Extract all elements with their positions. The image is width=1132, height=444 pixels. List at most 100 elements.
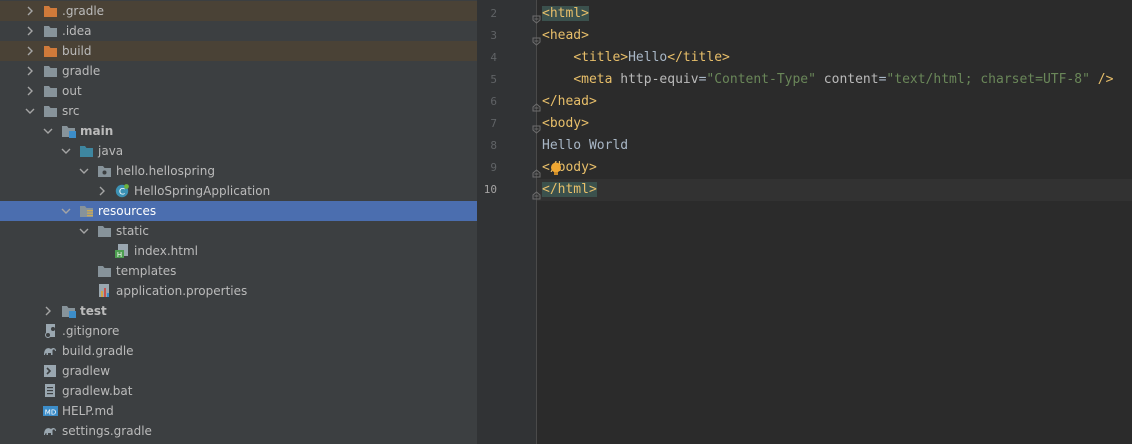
line-number: 4 [490, 51, 497, 64]
chevron-right-icon[interactable] [24, 41, 36, 61]
tree-node-help-md[interactable]: MD HELP.md [0, 401, 477, 421]
chevron-down-icon[interactable] [78, 161, 90, 181]
project-tree-panel: .gradle .idea build gradle out src main java hel… [0, 0, 477, 444]
code-line[interactable]: <title>Hello</title> [542, 47, 730, 69]
source-root-folder-icon [79, 144, 94, 158]
tree-node-main[interactable]: main [0, 121, 477, 141]
code-token: http-equiv [620, 72, 699, 87]
line-number: 10 [483, 183, 497, 196]
tree-node-idea[interactable]: .idea [0, 21, 477, 41]
script-file-icon [43, 364, 58, 378]
code-line[interactable]: </html> [542, 179, 597, 201]
tree-node-label: out [62, 84, 82, 98]
chevron-right-icon[interactable] [24, 21, 36, 41]
tree-node-src[interactable]: src [0, 101, 477, 121]
tree-node-label: java [98, 144, 124, 158]
tree-node-label: test [80, 304, 107, 318]
text-file-icon [43, 384, 58, 398]
code-line[interactable]: <meta http-equiv="Content-Type" content=… [542, 69, 1113, 91]
folder-icon [43, 104, 58, 118]
fold-end-icon[interactable] [532, 163, 541, 178]
svg-text:C: C [119, 188, 125, 198]
line-number: 3 [490, 29, 497, 42]
tree-node-label: build.gradle [62, 344, 134, 358]
tree-node-label: resources [98, 204, 157, 218]
tree-node-hellospringapplication[interactable]: C HelloSpringApplication [0, 181, 477, 201]
tree-node-test[interactable]: test [0, 301, 477, 321]
tree-node-gradle[interactable]: .gradle [0, 1, 477, 21]
markdown-file-icon: MD [43, 404, 58, 418]
tree-node-gradlew-bat[interactable]: gradlew.bat [0, 381, 477, 401]
fold-collapse-icon[interactable] [532, 31, 541, 46]
tree-node-label: templates [116, 264, 177, 278]
tree-node-application-properties[interactable]: application.properties [0, 281, 477, 301]
module-folder-icon [61, 124, 76, 138]
chevron-down-icon[interactable] [60, 201, 72, 221]
folder-icon [97, 224, 112, 238]
code-token: content [823, 72, 879, 87]
tree-node-resources[interactable]: resources [0, 201, 477, 221]
tree-node-label: static [116, 224, 149, 238]
code-line[interactable]: <head> [542, 25, 589, 47]
svg-text:MD: MD [45, 409, 56, 417]
package-icon [97, 164, 112, 178]
code-token: Hello [628, 50, 668, 65]
code-editor[interactable]: 2 <html> 3 <head> 4 <title>Hello</title> 5 <m… [477, 0, 1132, 444]
chevron-down-icon[interactable] [42, 121, 54, 141]
tree-node-index-html[interactable]: Hindex.html [0, 241, 477, 261]
code-token: </title> [667, 50, 730, 65]
tree-node-hello-hellospring[interactable]: hello.hellospring [0, 161, 477, 181]
folder-icon [43, 84, 58, 98]
code-line[interactable]: <body> [542, 113, 589, 135]
lightbulb-icon[interactable] [550, 161, 562, 175]
tree-node-label: HELP.md [62, 404, 114, 418]
code-line[interactable]: <html> [542, 3, 589, 25]
folder-icon [43, 24, 58, 38]
chevron-right-icon[interactable] [42, 301, 54, 321]
line-number: 8 [490, 139, 497, 152]
chevron-down-icon[interactable] [60, 141, 72, 161]
chevron-down-icon[interactable] [24, 101, 36, 121]
line-number: 9 [490, 161, 497, 174]
chevron-right-icon[interactable] [24, 81, 36, 101]
tree-node-build[interactable]: build [0, 41, 477, 61]
tree-node-build-gradle[interactable]: build.gradle [0, 341, 477, 361]
tree-node-label: settings.gradle [62, 424, 152, 438]
code-token: <head> [542, 28, 589, 43]
code-line[interactable]: </head> [542, 91, 597, 113]
tree-node-label: .idea [62, 24, 92, 38]
tree-node-out[interactable]: out [0, 81, 477, 101]
chevron-down-icon[interactable] [78, 221, 90, 241]
fold-collapse-icon[interactable] [532, 9, 541, 24]
fold-collapse-icon[interactable] [532, 119, 541, 134]
tree-node-gitignore[interactable]: .gitignore [0, 321, 477, 341]
code-token: "Content-Type" [706, 72, 816, 87]
module-folder-icon [61, 304, 76, 318]
tree-node-gradlew[interactable]: gradlew [0, 361, 477, 381]
gutter-divider [536, 0, 537, 444]
code-token: <title> [573, 50, 629, 65]
properties-file-icon [97, 284, 112, 298]
tree-node-label: gradlew.bat [62, 384, 133, 398]
tree-node-templates[interactable]: templates [0, 261, 477, 281]
fold-end-icon[interactable] [532, 185, 541, 200]
chevron-right-icon[interactable] [24, 1, 36, 21]
tree-node-settings-gradle[interactable]: settings.gradle [0, 421, 477, 441]
code-line[interactable]: Hello World [542, 135, 628, 157]
chevron-right-icon[interactable] [96, 181, 108, 201]
tree-node-label: .gitignore [62, 324, 120, 338]
code-token: <meta [573, 72, 621, 87]
tree-node-label: main [80, 124, 114, 138]
code-token: </head> [542, 94, 597, 109]
folder-excluded-icon [43, 4, 58, 18]
fold-end-icon[interactable] [532, 97, 541, 112]
folder-icon [43, 64, 58, 78]
chevron-right-icon[interactable] [24, 61, 36, 81]
tree-node-static[interactable]: static [0, 221, 477, 241]
tree-node-label: index.html [134, 244, 198, 258]
tree-node-gradle[interactable]: gradle [0, 61, 477, 81]
folder-icon [97, 264, 112, 278]
tree-node-java[interactable]: java [0, 141, 477, 161]
